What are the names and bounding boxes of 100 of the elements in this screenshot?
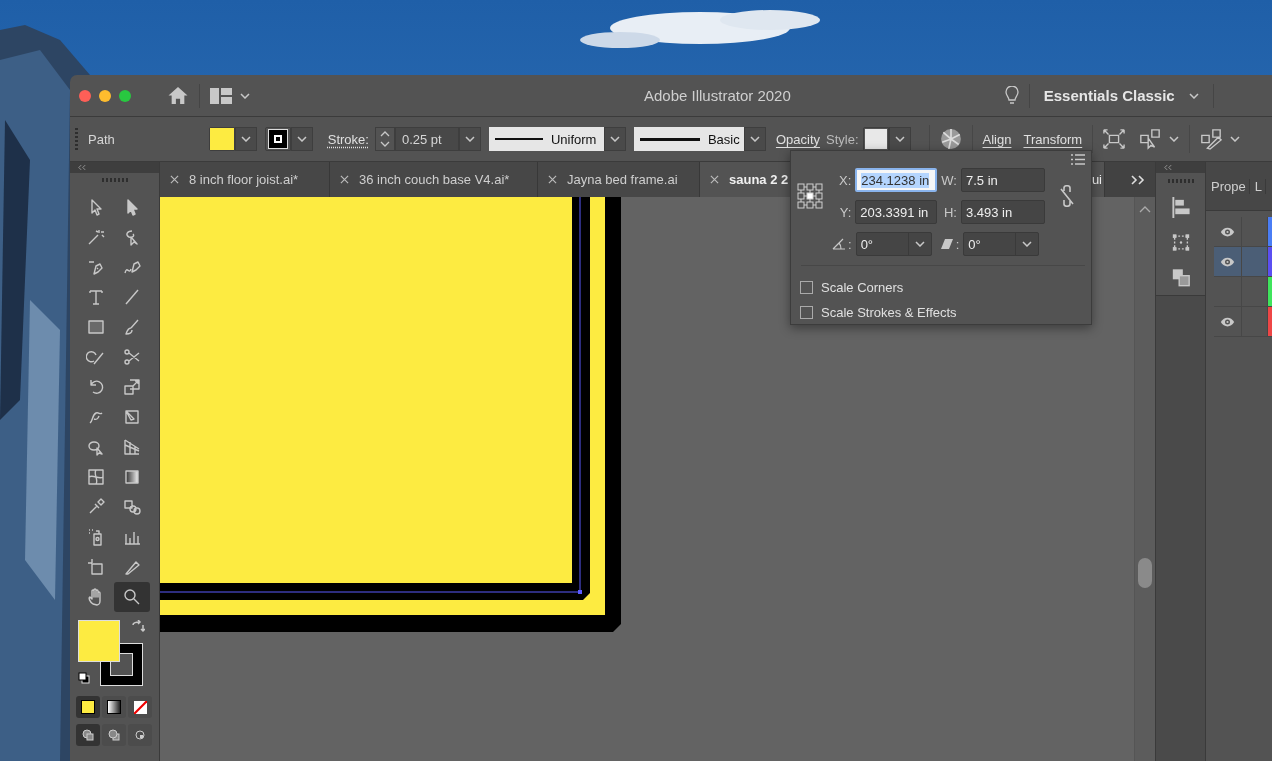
select-similar-icon[interactable] [1139, 128, 1162, 150]
transform-icon[interactable] [1170, 232, 1191, 253]
type-icon [86, 287, 106, 307]
scroll-thumb[interactable] [1138, 558, 1152, 588]
caret-button[interactable] [603, 127, 626, 151]
scroll-up-icon[interactable] [1139, 206, 1151, 213]
align-icon[interactable] [1170, 197, 1191, 218]
gradient-icon [122, 467, 142, 487]
align-link[interactable]: Align [982, 131, 1012, 147]
none-button[interactable] [128, 696, 152, 718]
checkbox[interactable] [800, 306, 813, 319]
isolate-icon[interactable] [1103, 128, 1126, 150]
stroke-swatch[interactable] [264, 127, 291, 151]
angle-dropdown[interactable]: 0° [963, 232, 1040, 256]
eye-icon[interactable] [1220, 226, 1235, 237]
close-icon[interactable] [340, 175, 349, 184]
panel-tab[interactable]: Prope [1206, 178, 1250, 194]
color-wheel-icon[interactable] [939, 128, 962, 150]
caret-icon [1022, 241, 1033, 247]
input-field[interactable]: 234.1238 in [855, 168, 938, 192]
broken-link-icon[interactable] [1058, 185, 1075, 207]
scale-icon [122, 377, 142, 397]
close-icon[interactable] [170, 175, 179, 184]
tab-label: 36 inch couch base V4.ai* [359, 172, 510, 187]
caret-icon [894, 136, 905, 142]
checkbox-label: Scale Corners [821, 280, 904, 295]
scissors-icon [122, 347, 142, 367]
caret-icon [1188, 92, 1199, 99]
pathfinder-icon[interactable] [1170, 267, 1191, 288]
layer-row[interactable] [1214, 247, 1272, 277]
checkbox[interactable] [800, 281, 813, 294]
close-button[interactable] [79, 89, 91, 102]
opacity-link[interactable]: Opacity [775, 131, 820, 147]
transform-link[interactable]: Transform [1023, 131, 1083, 147]
canvas[interactable] [160, 197, 1134, 761]
document-tab[interactable]: Jayna bed frame.ai [538, 162, 700, 197]
reference-point-icon[interactable] [797, 183, 823, 209]
eye-icon[interactable] [1220, 316, 1235, 327]
perspective-grid-icon [122, 437, 142, 457]
color-button[interactable] [76, 696, 100, 718]
collapse-icon[interactable] [78, 165, 86, 170]
style-swatch[interactable] [862, 127, 889, 151]
none-swatch-icon [133, 700, 147, 714]
draw-behind-icon [108, 729, 120, 741]
window-title: Adobe Illustrator 2020 [644, 87, 791, 104]
caret-button[interactable] [743, 127, 766, 151]
document-tab[interactable]: 8 inch floor joist.ai* [160, 162, 330, 197]
caret-icon[interactable] [1169, 136, 1180, 142]
tab-label: ui [1091, 172, 1102, 187]
caret-icon[interactable] [1230, 136, 1241, 142]
draw-inside-button[interactable] [128, 724, 152, 746]
default-colors-icon[interactable] [78, 672, 90, 684]
edit-pencil-icon[interactable] [1200, 128, 1223, 150]
stepper[interactable] [374, 127, 395, 151]
document-tab[interactable]: 36 inch couch base V4.ai* [330, 162, 538, 197]
brush-dropdown[interactable]: Basic [633, 127, 744, 151]
rectangle-icon [86, 317, 106, 337]
eye-icon[interactable] [1220, 256, 1235, 267]
free-transform-icon [122, 407, 142, 427]
input-field[interactable]: 203.3391 in [855, 200, 938, 224]
lightbulb-icon[interactable] [1004, 85, 1019, 106]
draw-normal-button[interactable] [76, 724, 100, 746]
workspace-switcher[interactable]: Essentials Classic [1039, 87, 1203, 104]
home-icon[interactable] [167, 86, 189, 105]
grip-handle[interactable] [75, 128, 78, 150]
layout-icon[interactable] [210, 87, 232, 104]
collapse-icon[interactable] [1164, 165, 1172, 170]
more-tabs-icon[interactable] [1131, 174, 1145, 185]
caret-icon [914, 241, 925, 247]
caret-icon [464, 136, 475, 142]
layer-row[interactable] [1214, 307, 1272, 337]
minimize-button[interactable] [99, 89, 111, 102]
vertical-scrollbar[interactable] [1134, 197, 1155, 761]
caret-button[interactable] [888, 127, 911, 151]
grip-handle[interactable] [101, 178, 128, 182]
angle-dropdown[interactable]: 0° [855, 232, 932, 256]
stroke-weight-field[interactable]: 0.25 pt [394, 127, 459, 151]
caret-icon[interactable] [240, 92, 250, 99]
fill-color-swatch[interactable] [78, 620, 120, 662]
stroke-link[interactable]: Stroke: [327, 131, 369, 147]
selection-label: Path [88, 131, 115, 147]
draw-behind-button[interactable] [102, 724, 126, 746]
input-field[interactable]: 3.493 in [960, 200, 1045, 224]
field-label: Y: [839, 204, 852, 220]
grip-handle[interactable] [1167, 179, 1194, 183]
profile-dropdown[interactable]: Uniform [488, 127, 604, 151]
field-label: H: [942, 204, 957, 220]
menu-icon[interactable] [1071, 154, 1085, 165]
zoom-button[interactable] [119, 89, 131, 102]
fill-swatch[interactable] [208, 127, 235, 151]
gradient-button[interactable] [102, 696, 126, 718]
layer-row[interactable] [1214, 277, 1272, 307]
close-icon[interactable] [710, 175, 719, 184]
stepper-arrows-icon [379, 130, 390, 148]
tab-label: Jayna bed frame.ai [567, 172, 678, 187]
search-tool[interactable] [114, 582, 150, 612]
input-field[interactable]: 7.5 in [960, 168, 1045, 192]
swap-icon[interactable] [131, 620, 145, 634]
panel-tab[interactable]: L [1249, 178, 1266, 194]
close-icon[interactable] [548, 175, 557, 184]
